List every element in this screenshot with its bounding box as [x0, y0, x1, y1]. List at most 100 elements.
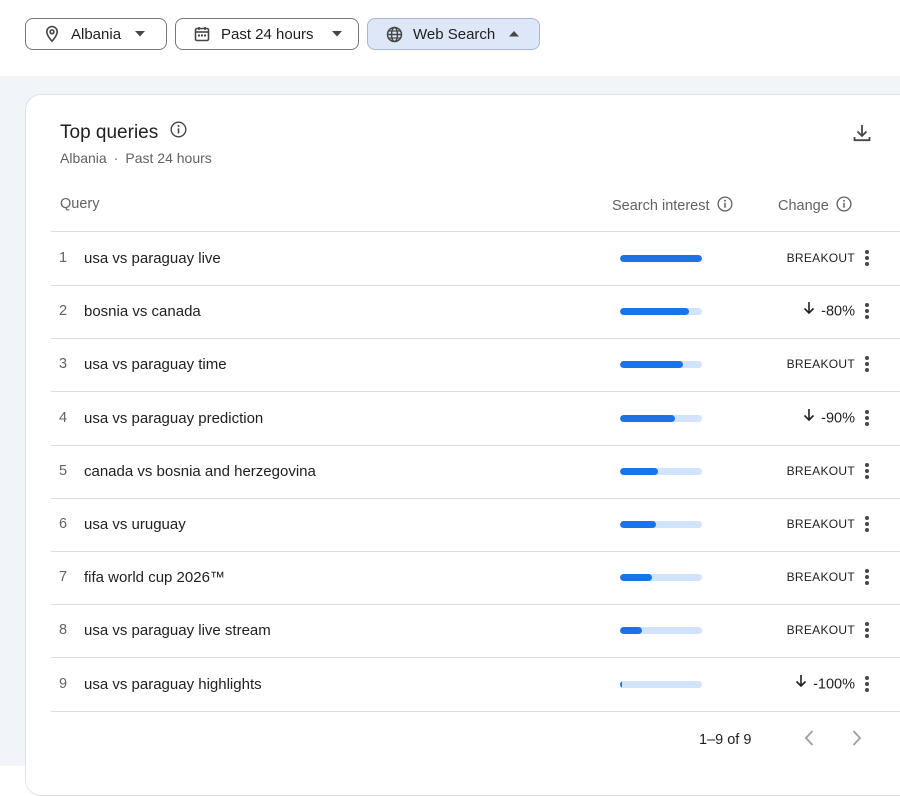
query-text[interactable]: canada vs bosnia and herzegovina	[84, 445, 316, 498]
more-options-icon[interactable]	[857, 461, 877, 481]
table-row[interactable]: 9 usa vs paraguay highlights -100%	[51, 658, 900, 712]
row-number: 4	[59, 409, 68, 426]
row-number: 6	[59, 516, 68, 532]
arrow-down-icon	[793, 658, 807, 711]
chevron-left-icon	[804, 729, 814, 751]
table-row[interactable]: 8 usa vs paraguay live stream BREAKOUT	[51, 604, 900, 659]
location-filter-label: Albania	[71, 25, 122, 43]
change-text: BREAKOUT	[786, 517, 855, 531]
search-type-filter-chip[interactable]: Web Search	[367, 18, 540, 50]
query-text[interactable]: usa vs paraguay live stream	[84, 604, 271, 657]
top-queries-card: Top queries Albania · Past 24 hours Query …	[25, 94, 900, 796]
subtitle-location: Albania	[60, 150, 107, 166]
table-row[interactable]: 6 usa vs uruguay BREAKOUT	[51, 498, 900, 552]
query-text[interactable]: usa vs paraguay live	[84, 232, 221, 285]
change-value: BREAKOUT	[751, 498, 855, 551]
row-number: 5	[59, 462, 68, 479]
chevron-down-icon	[135, 29, 146, 39]
search-interest-bar	[620, 521, 702, 528]
search-interest-bar	[620, 627, 702, 635]
more-options-icon[interactable]	[857, 301, 877, 321]
column-header-interest: Search interest	[612, 196, 733, 216]
more-options-icon[interactable]	[857, 514, 877, 534]
arrow-down-icon	[801, 285, 815, 338]
chevron-up-icon	[509, 29, 520, 39]
query-text[interactable]: usa vs uruguay	[84, 498, 186, 551]
search-interest-bar	[620, 361, 702, 369]
table-row[interactable]: 1 usa vs paraguay live BREAKOUT	[51, 232, 900, 286]
change-value: BREAKOUT	[751, 232, 855, 285]
column-header-interest-label: Search interest	[612, 198, 710, 214]
download-icon[interactable]	[852, 123, 872, 143]
search-interest-fill	[620, 308, 689, 316]
search-interest-fill	[620, 574, 652, 582]
pagination-label: 1–9 of 9	[699, 732, 752, 748]
globe-icon	[385, 25, 403, 43]
location-pin-icon	[43, 25, 61, 43]
card-title-text: Top queries	[60, 121, 159, 143]
row-number: 7	[59, 569, 68, 586]
next-page-button[interactable]	[846, 729, 868, 751]
search-interest-bar	[620, 255, 702, 262]
column-header-change: Change	[778, 196, 852, 216]
search-interest-fill	[620, 627, 643, 635]
arrow-down-icon	[801, 392, 815, 445]
row-number: 3	[59, 356, 68, 373]
card-title: Top queries	[60, 121, 187, 144]
chevron-down-icon	[331, 29, 342, 39]
search-interest-fill	[620, 680, 622, 688]
change-text: -80%	[821, 303, 855, 320]
query-text[interactable]: bosnia vs canada	[84, 285, 201, 338]
table-row[interactable]: 3 usa vs paraguay time BREAKOUT	[51, 338, 900, 393]
table-row[interactable]: 4 usa vs paraguay prediction -90%	[51, 392, 900, 446]
search-interest-fill	[620, 414, 675, 422]
info-icon[interactable]	[170, 121, 187, 144]
more-options-icon[interactable]	[857, 567, 877, 587]
previous-page-button[interactable]	[798, 729, 820, 751]
more-options-icon[interactable]	[857, 408, 877, 428]
change-value: BREAKOUT	[751, 551, 855, 604]
search-interest-bar	[620, 414, 702, 422]
search-interest-bar	[620, 574, 702, 582]
column-header-change-label: Change	[778, 198, 829, 214]
change-value: BREAKOUT	[751, 338, 855, 391]
more-options-icon[interactable]	[857, 674, 877, 694]
query-text[interactable]: usa vs paraguay highlights	[84, 658, 262, 711]
change-text: BREAKOUT	[786, 570, 855, 585]
time-filter-chip[interactable]: Past 24 hours	[175, 18, 359, 50]
column-header-query-label: Query	[60, 196, 100, 212]
change-value: BREAKOUT	[751, 445, 855, 498]
more-options-icon[interactable]	[857, 620, 877, 640]
subtitle-time: Past 24 hours	[125, 150, 212, 166]
card-subtitle: Albania · Past 24 hours	[60, 150, 212, 166]
column-header-query: Query	[60, 196, 100, 212]
change-text: BREAKOUT	[786, 463, 855, 478]
search-interest-bar	[620, 308, 702, 316]
more-options-icon[interactable]	[857, 248, 877, 268]
row-number: 2	[59, 303, 68, 320]
info-icon[interactable]	[717, 196, 733, 216]
row-number: 8	[59, 622, 68, 639]
chevron-right-icon	[852, 729, 862, 751]
query-text[interactable]: usa vs paraguay time	[84, 338, 227, 391]
table-row[interactable]: 7 fifa world cup 2026™ BREAKOUT	[51, 551, 900, 606]
table-row[interactable]: 5 canada vs bosnia and herzegovina BREAKOU…	[51, 445, 900, 499]
search-interest-fill	[620, 255, 702, 262]
search-interest-bar	[620, 467, 702, 475]
calendar-icon	[193, 25, 211, 43]
query-text[interactable]: usa vs paraguay prediction	[84, 392, 263, 445]
search-type-filter-label: Web Search	[413, 25, 496, 43]
row-number: 9	[59, 675, 68, 692]
search-interest-fill	[620, 361, 684, 369]
change-text: -100%	[813, 675, 855, 692]
change-value: -80%	[751, 285, 855, 338]
info-icon[interactable]	[836, 196, 852, 216]
query-text[interactable]: fifa world cup 2026™	[84, 551, 225, 604]
change-text: -90%	[821, 409, 855, 426]
more-options-icon[interactable]	[857, 354, 877, 374]
location-filter-chip[interactable]: Albania	[25, 18, 167, 50]
change-value: -100%	[751, 658, 855, 711]
change-value: -90%	[751, 392, 855, 445]
search-interest-fill	[620, 521, 657, 528]
table-row[interactable]: 2 bosnia vs canada -80%	[51, 285, 900, 340]
